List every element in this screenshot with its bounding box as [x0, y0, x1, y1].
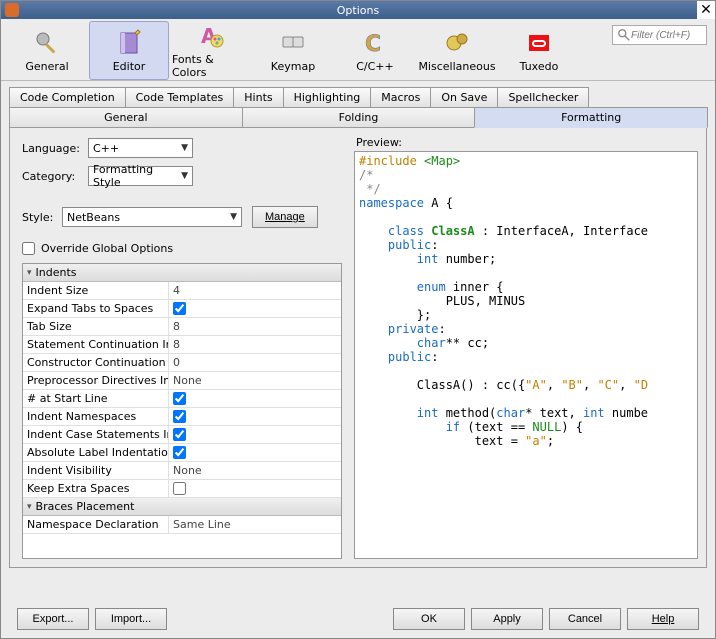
dialog-buttons: Export... Import... OK Apply Cancel Help	[1, 608, 715, 630]
ok-button[interactable]: OK	[393, 608, 465, 630]
gear-spanner-icon	[32, 28, 62, 58]
style-label: Style:	[22, 211, 62, 224]
category-keymap[interactable]: Keymap	[253, 21, 333, 80]
prop-row[interactable]: Preprocessor Directives IndentNone	[23, 372, 341, 390]
prop-row[interactable]: Constructor Continuation Initi0	[23, 354, 341, 372]
category-misc-label: Miscellaneous	[418, 60, 495, 73]
prop-row[interactable]: Indent Size4	[23, 282, 341, 300]
section-indents[interactable]: Indents	[23, 264, 341, 282]
style-combo[interactable]: NetBeans ▼	[62, 207, 242, 227]
chevron-down-icon: ▼	[181, 143, 188, 153]
section-braces[interactable]: Braces Placement	[23, 498, 341, 516]
prop-row[interactable]: Indent VisibilityNone	[23, 462, 341, 480]
preview-pane[interactable]: #include <Map> /* */ namespace A { class…	[354, 151, 698, 559]
titlebar: Options ✕	[1, 1, 715, 19]
tab-general[interactable]: General	[9, 107, 243, 128]
prop-row[interactable]: # at Start Line	[23, 390, 341, 408]
category-combo[interactable]: Formatting Style ▼	[88, 166, 193, 186]
manage-button[interactable]: Manage	[252, 206, 318, 228]
category-editor-label: Editor	[113, 60, 146, 73]
prop-row[interactable]: Indent Case Statements In Sw	[23, 426, 341, 444]
override-checkbox[interactable]	[22, 242, 35, 255]
chevron-down-icon: ▼	[230, 212, 237, 222]
prop-row[interactable]: Indent Namespaces	[23, 408, 341, 426]
filter-box[interactable]	[612, 25, 707, 45]
category-keymap-label: Keymap	[271, 60, 315, 73]
category-misc[interactable]: Miscellaneous	[417, 21, 497, 80]
help-button[interactable]: Help	[627, 608, 699, 630]
subtabs-primary: Code Completion Code Templates Hints Hig…	[1, 81, 715, 107]
category-general[interactable]: General	[7, 21, 87, 80]
search-icon	[617, 28, 631, 42]
oracle-icon	[524, 28, 554, 58]
style-value: NetBeans	[67, 211, 120, 224]
tab-macros[interactable]: Macros	[370, 87, 431, 107]
prop-row[interactable]: Namespace DeclarationSame Line	[23, 516, 341, 534]
prop-check[interactable]	[173, 482, 186, 495]
language-value: C++	[93, 142, 119, 155]
tab-on-save[interactable]: On Save	[430, 87, 498, 107]
window-title: Options	[337, 4, 379, 17]
tab-folding[interactable]: Folding	[242, 107, 476, 128]
export-button[interactable]: Export...	[17, 608, 89, 630]
palette-icon: A	[196, 23, 226, 51]
prop-check[interactable]	[173, 392, 186, 405]
formatting-left: Language: C++ ▼ Category: Formatting Sty…	[10, 128, 350, 567]
category-fonts-colors-label: Fonts & Colors	[172, 53, 250, 79]
tab-spellchecker[interactable]: Spellchecker	[497, 87, 589, 107]
svg-text:C: C	[365, 32, 381, 57]
import-button[interactable]: Import...	[95, 608, 167, 630]
gears-icon	[442, 28, 472, 58]
chevron-down-icon: ▼	[181, 171, 188, 181]
category-cpp-label: C/C++	[356, 60, 394, 73]
prop-val[interactable]: 4	[168, 282, 341, 299]
tab-hints[interactable]: Hints	[233, 87, 283, 107]
prop-row[interactable]: Absolute Label Indentation	[23, 444, 341, 462]
formatting-right: Preview: #include <Map> /* */ namespace …	[350, 128, 706, 567]
prop-row[interactable]: Expand Tabs to Spaces	[23, 300, 341, 318]
category-tuxedo[interactable]: Tuxedo	[499, 21, 579, 80]
properties-table[interactable]: Indents Indent Size4 Expand Tabs to Spac…	[22, 263, 342, 559]
prop-check[interactable]	[173, 428, 186, 441]
close-button[interactable]: ✕	[697, 1, 715, 19]
apply-button[interactable]: Apply	[471, 608, 543, 630]
toolbar: General Editor A Fonts & Colors Keymap C…	[1, 19, 715, 81]
tab-highlighting[interactable]: Highlighting	[283, 87, 372, 107]
override-label: Override Global Options	[41, 242, 173, 255]
category-value: Formatting Style	[93, 163, 181, 189]
notebook-icon	[114, 28, 144, 58]
prop-check[interactable]	[173, 410, 186, 423]
category-fonts-colors[interactable]: A Fonts & Colors	[171, 21, 251, 80]
prop-check[interactable]	[173, 302, 186, 315]
language-label: Language:	[22, 142, 88, 155]
tab-formatting[interactable]: Formatting	[474, 107, 708, 128]
category-general-label: General	[25, 60, 68, 73]
app-icon	[5, 3, 19, 17]
subtabs-secondary: General Folding Formatting	[9, 107, 707, 128]
formatting-panel: Language: C++ ▼ Category: Formatting Sty…	[9, 128, 707, 568]
keyboard-icon	[278, 28, 308, 58]
category-label: Category:	[22, 170, 88, 183]
prop-row[interactable]: Tab Size8	[23, 318, 341, 336]
tab-code-templates[interactable]: Code Templates	[125, 87, 235, 107]
language-combo[interactable]: C++ ▼	[88, 138, 193, 158]
tab-code-completion[interactable]: Code Completion	[9, 87, 126, 107]
prop-row[interactable]: Keep Extra Spaces	[23, 480, 341, 498]
category-editor[interactable]: Editor	[89, 21, 169, 80]
cancel-button[interactable]: Cancel	[549, 608, 621, 630]
category-cpp[interactable]: C C/C++	[335, 21, 415, 80]
prop-check[interactable]	[173, 446, 186, 459]
cpp-icon: C	[360, 28, 390, 58]
category-tuxedo-label: Tuxedo	[520, 60, 559, 73]
prop-row[interactable]: Statement Continuation Indent8	[23, 336, 341, 354]
filter-input[interactable]	[631, 30, 701, 41]
preview-label: Preview:	[356, 136, 698, 149]
